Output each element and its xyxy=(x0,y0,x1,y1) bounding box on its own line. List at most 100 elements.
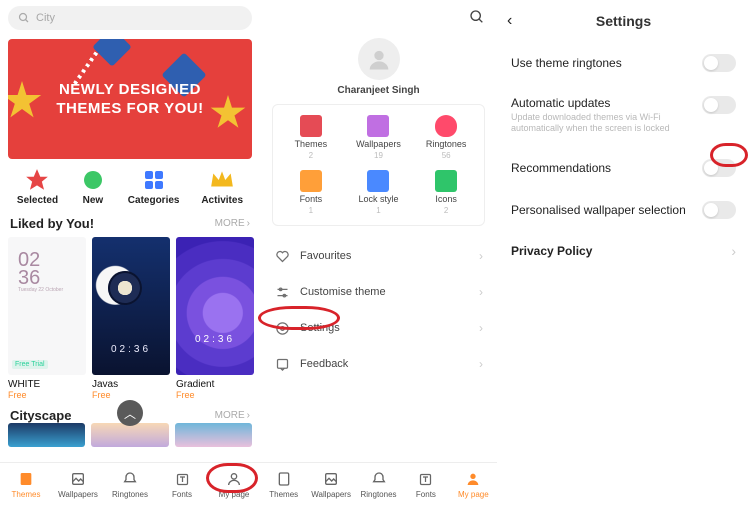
chevron-left-icon: ‹ xyxy=(507,12,512,29)
free-trial-badge: Free Trial xyxy=(12,360,48,369)
fonts-icon xyxy=(300,170,322,192)
crown-icon xyxy=(209,167,235,193)
category-activities[interactable]: Activites xyxy=(201,167,243,206)
themes-icon xyxy=(300,115,322,137)
theme-card[interactable]: 02:36 Gradient Free xyxy=(176,237,254,400)
liked-header: Liked by You! MORE› xyxy=(0,216,260,231)
grid-item-ringtones[interactable]: Ringtones56 xyxy=(412,115,480,160)
setting-use-theme-ringtones[interactable]: Use theme ringtones xyxy=(497,42,750,84)
chevron-right-icon: › xyxy=(247,218,250,229)
category-row: Selected New Categories Activites xyxy=(0,162,260,214)
search-placeholder: City xyxy=(36,12,55,24)
tab-themes[interactable]: Themes xyxy=(0,470,52,499)
more-link[interactable]: MORE› xyxy=(215,218,250,229)
tab-ringtones[interactable]: Ringtones xyxy=(355,470,402,499)
decor-star-icon xyxy=(8,81,42,121)
fonts-icon xyxy=(173,470,191,488)
scroll-top-button[interactable]: ︿ xyxy=(117,400,143,426)
menu-settings[interactable]: Settings › xyxy=(264,310,493,346)
back-button[interactable]: ‹ xyxy=(507,12,512,30)
ringtones-icon xyxy=(121,470,139,488)
chevron-right-icon: › xyxy=(479,249,483,263)
chevron-up-icon: ︿ xyxy=(124,405,136,422)
theme-price: Free xyxy=(92,390,170,400)
category-categories[interactable]: Categories xyxy=(128,167,180,206)
theme-card[interactable]: 02 36 Tuesday 22 October Free Trial WHIT… xyxy=(8,237,86,400)
theme-card[interactable] xyxy=(175,423,252,447)
chevron-right-icon: › xyxy=(731,243,736,259)
theme-card[interactable]: 02:36 Javas Free xyxy=(92,237,170,400)
theme-name: WHITE xyxy=(8,379,86,390)
setting-label: Recommendations xyxy=(511,161,611,175)
theme-name: Javas xyxy=(92,379,170,390)
person-icon xyxy=(225,470,243,488)
tab-fonts[interactable]: Fonts xyxy=(156,470,208,499)
setting-label: Use theme ringtones xyxy=(511,56,622,70)
toggle[interactable] xyxy=(702,96,736,114)
section-title: Cityscape xyxy=(10,408,71,423)
mypage-screen: Charanjeet Singh Themes2 Wallpapers19 Ri… xyxy=(260,0,497,506)
stats-grid: Themes2 Wallpapers19 Ringtones56 Fonts1 … xyxy=(272,104,485,226)
toggle[interactable] xyxy=(702,159,736,177)
grid-item-lockstyle[interactable]: Lock style1 xyxy=(345,170,413,215)
menu-list: Favourites › Customise theme › Settings … xyxy=(264,238,493,382)
decor-star-icon xyxy=(210,95,246,131)
tab-fonts[interactable]: Fonts xyxy=(402,470,449,499)
theme-card[interactable] xyxy=(8,423,85,447)
themes-icon xyxy=(275,470,293,488)
heart-icon xyxy=(274,248,290,264)
feedback-icon xyxy=(274,356,290,372)
setting-personalised-wallpaper[interactable]: Personalised wallpaper selection xyxy=(497,189,750,231)
ringtones-icon xyxy=(370,470,388,488)
avatar[interactable] xyxy=(358,38,400,80)
theme-name: Gradient xyxy=(176,379,254,390)
menu-favourites[interactable]: Favourites › xyxy=(264,238,493,274)
theme-thumbnail: 02 36 Tuesday 22 October Free Trial xyxy=(8,237,86,375)
topbar xyxy=(260,0,497,34)
grid-item-themes[interactable]: Themes2 xyxy=(277,115,345,160)
grid-item-wallpapers[interactable]: Wallpapers19 xyxy=(345,115,413,160)
setting-label: Automatic updates xyxy=(511,96,681,110)
chevron-right-icon: › xyxy=(479,321,483,335)
lock-icon xyxy=(367,170,389,192)
tab-themes[interactable]: Themes xyxy=(260,470,307,499)
toggle[interactable] xyxy=(702,54,736,72)
leaf-icon xyxy=(80,167,106,193)
menu-customise[interactable]: Customise theme › xyxy=(264,274,493,310)
tab-wallpapers[interactable]: Wallpapers xyxy=(52,470,104,499)
fonts-icon xyxy=(417,470,435,488)
settings-screen: ‹ Settings Use theme ringtones Automatic… xyxy=(497,0,750,506)
settings-header: ‹ Settings xyxy=(497,0,750,42)
cityscape-row xyxy=(0,423,260,447)
wallpapers-icon xyxy=(322,470,340,488)
setting-privacy-policy[interactable]: Privacy Policy › xyxy=(497,231,750,271)
grid-item-fonts[interactable]: Fonts1 xyxy=(277,170,345,215)
icons-icon xyxy=(435,170,457,192)
themes-home-screen: City Newly Designed Themes For You! Sele… xyxy=(0,0,260,506)
setting-label: Privacy Policy xyxy=(511,244,592,258)
tab-wallpapers[interactable]: Wallpapers xyxy=(307,470,354,499)
promo-banner[interactable]: Newly Designed Themes For You! xyxy=(8,39,252,159)
bottom-tabs: Themes Wallpapers Ringtones Fonts My pag… xyxy=(260,462,497,506)
search-icon xyxy=(18,12,30,24)
wallpapers-icon xyxy=(69,470,87,488)
theme-card[interactable] xyxy=(91,423,168,447)
theme-thumbnail: 02:36 xyxy=(176,237,254,375)
setting-subtitle: Update downloaded themes via Wi-Fi autom… xyxy=(511,112,681,135)
category-new[interactable]: New xyxy=(80,167,106,206)
toggle[interactable] xyxy=(702,201,736,219)
tab-ringtones[interactable]: Ringtones xyxy=(104,470,156,499)
tab-mypage[interactable]: My page xyxy=(450,470,497,499)
menu-feedback[interactable]: Feedback › xyxy=(264,346,493,382)
category-selected[interactable]: Selected xyxy=(17,167,58,206)
page-title: Settings xyxy=(596,13,651,29)
more-link[interactable]: MORE› xyxy=(215,410,250,421)
grid-item-icons[interactable]: Icons2 xyxy=(412,170,480,215)
tab-mypage[interactable]: My page xyxy=(208,470,260,499)
setting-recommendations[interactable]: Recommendations xyxy=(497,147,750,189)
search-icon[interactable] xyxy=(469,9,485,25)
chevron-right-icon: › xyxy=(479,285,483,299)
setting-automatic-updates[interactable]: Automatic updates Update downloaded them… xyxy=(497,84,750,147)
search-bar[interactable]: City xyxy=(8,6,252,30)
section-title: Liked by You! xyxy=(10,216,94,231)
